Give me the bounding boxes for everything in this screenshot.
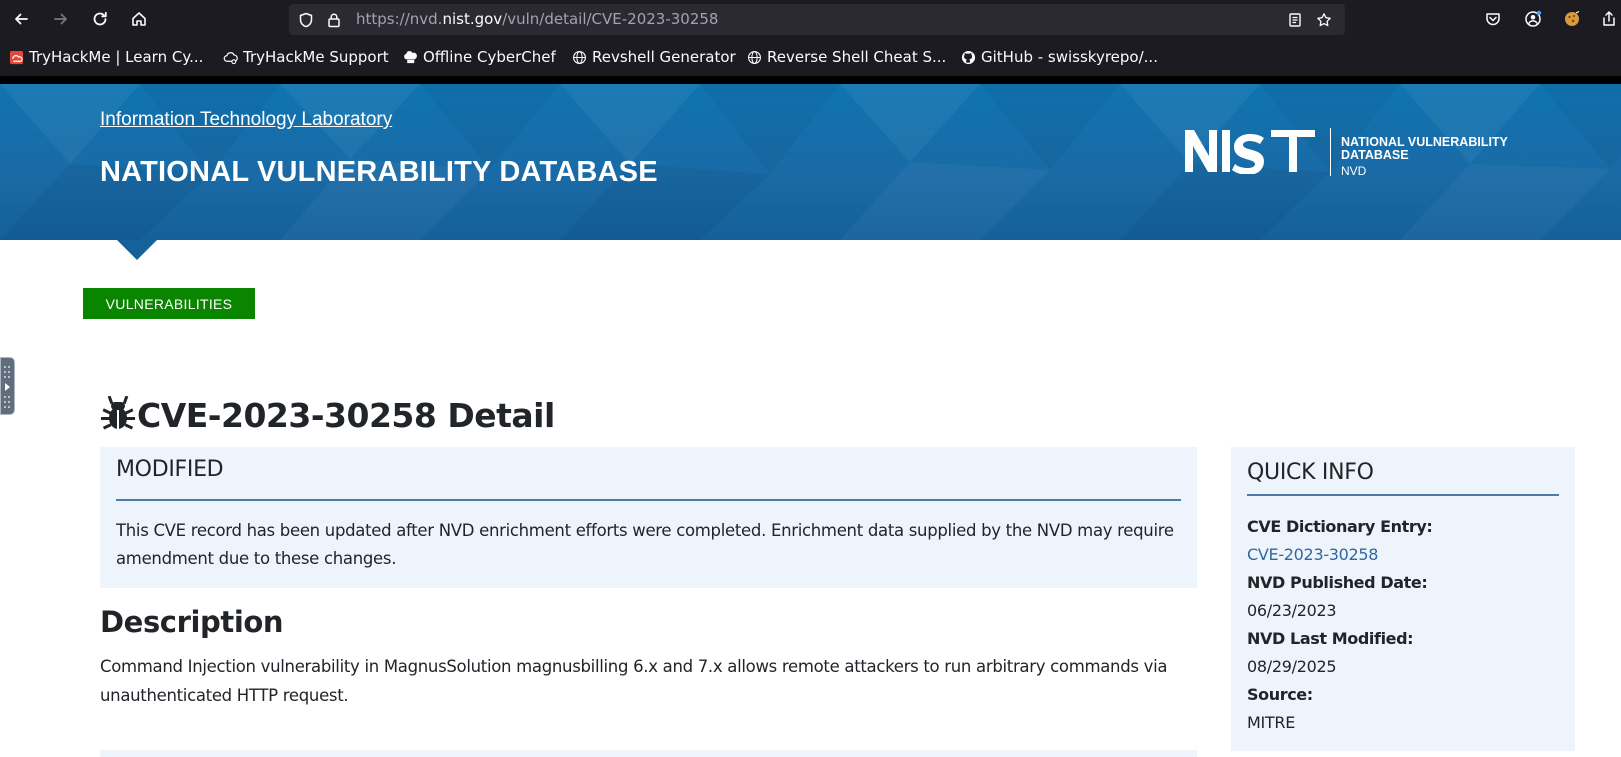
- quick-info-divider: [1247, 494, 1559, 496]
- reader-view-icon[interactable]: [1286, 11, 1304, 29]
- nvd-logo-abbr: NVD: [1341, 164, 1367, 178]
- last-modified-value: 08/29/2025: [1247, 657, 1337, 676]
- bookmark-tryhackme[interactable]: TryHackMe | Learn Cy...: [8, 47, 203, 67]
- bookmark-star-icon[interactable]: [1315, 11, 1333, 29]
- source-label: Source:: [1247, 685, 1313, 704]
- modified-notice: MODIFIED This CVE record has been update…: [100, 447, 1197, 588]
- chrome-divider: [0, 76, 1621, 84]
- padlock-icon[interactable]: [325, 11, 343, 29]
- url-text[interactable]: https://nvd.nist.gov/vuln/detail/CVE-202…: [356, 10, 718, 28]
- published-date-label: NVD Published Date:: [1247, 573, 1428, 592]
- url-bar[interactable]: https://nvd.nist.gov/vuln/detail/CVE-202…: [289, 4, 1345, 35]
- description-heading: Description: [100, 605, 284, 639]
- globe-icon: [746, 49, 762, 65]
- modified-text: This CVE record has been updated after N…: [116, 521, 1174, 568]
- quick-info-list: CVE Dictionary Entry: CVE-2023-30258 NVD…: [1247, 513, 1559, 737]
- page-title: CVE-2023-30258 Detail: [100, 392, 555, 438]
- cve-entry-label: CVE Dictionary Entry:: [1247, 517, 1433, 536]
- bookmark-label: TryHackMe | Learn Cy...: [29, 48, 204, 66]
- back-arrow-icon[interactable]: [9, 7, 33, 31]
- account-icon[interactable]: [1522, 8, 1544, 30]
- drawer-grip-icon: [4, 366, 10, 408]
- bookmark-reverse-shell-cheat[interactable]: Reverse Shell Cheat S...: [746, 47, 946, 67]
- cve-entry-link[interactable]: CVE-2023-30258: [1247, 541, 1559, 569]
- home-icon[interactable]: [127, 7, 151, 31]
- source-value: MITRE: [1247, 713, 1296, 732]
- bookmark-tryhackme-support[interactable]: TryHackMe Support: [222, 47, 389, 67]
- bookmark-revshell-generator[interactable]: Revshell Generator: [571, 47, 736, 67]
- quick-info-panel: QUICK INFO CVE Dictionary Entry: CVE-202…: [1231, 447, 1575, 751]
- bookmark-label: TryHackMe Support: [243, 48, 389, 66]
- bug-icon: [101, 396, 135, 430]
- bookmark-offline-cyberchef[interactable]: Offline CyberChef: [402, 47, 556, 67]
- browser-toolbar: https://nvd.nist.gov/vuln/detail/CVE-202…: [0, 0, 1621, 38]
- nvd-logo-text: NATIONAL VULNERABILITY DATABASE: [1341, 136, 1508, 162]
- bookmarks-bar: TryHackMe | Learn Cy... TryHackMe Suppor…: [0, 38, 1621, 76]
- banner-notch: [117, 240, 157, 260]
- bookmark-label: Revshell Generator: [592, 48, 736, 66]
- bookmark-github-swisskyrepo[interactable]: GitHub - swisskyrepo/...: [960, 47, 1158, 67]
- url-path: /vuln/detail/CVE-2023-30258: [502, 10, 719, 28]
- bookmark-label: GitHub - swisskyrepo/...: [981, 48, 1158, 66]
- logo-separator: [1330, 128, 1331, 176]
- github-icon: [960, 49, 976, 65]
- share-icon[interactable]: [1598, 8, 1620, 30]
- side-drawer-handle[interactable]: [0, 357, 15, 415]
- globe-icon: [571, 49, 587, 65]
- pocket-icon[interactable]: [1482, 8, 1504, 30]
- forward-arrow-icon[interactable]: [49, 7, 73, 31]
- bookmark-label: Reverse Shell Cheat S...: [767, 48, 947, 66]
- extension-cookie-icon[interactable]: [1561, 8, 1583, 30]
- chef-hat-icon: [402, 49, 418, 65]
- page-title-text: CVE-2023-30258 Detail: [137, 395, 555, 435]
- url-host: nist.gov: [442, 10, 503, 28]
- itl-link[interactable]: Information Technology Laboratory: [100, 109, 392, 131]
- tryhackme-icon: [8, 49, 24, 65]
- nist-logo[interactable]: [1183, 126, 1333, 174]
- description-text: Command Injection vulnerability in Magnu…: [100, 657, 1168, 705]
- site-banner: Information Technology Laboratory NATION…: [0, 84, 1621, 240]
- reload-icon[interactable]: [88, 7, 112, 31]
- modified-heading: MODIFIED: [116, 457, 224, 482]
- tracking-shield-icon[interactable]: [297, 11, 315, 29]
- next-section-box: [100, 750, 1197, 757]
- support-cloud-icon: [222, 49, 238, 65]
- bookmark-label: Offline CyberChef: [423, 48, 556, 66]
- quick-info-heading: QUICK INFO: [1247, 460, 1374, 485]
- site-title[interactable]: NATIONAL VULNERABILITY DATABASE: [100, 156, 658, 189]
- last-modified-label: NVD Last Modified:: [1247, 629, 1414, 648]
- nvd-logo-line2: DATABASE: [1341, 148, 1409, 162]
- url-scheme: https://nvd.: [356, 10, 443, 28]
- vulnerabilities-button[interactable]: VULNERABILITIES: [83, 288, 255, 319]
- modified-divider: [116, 499, 1181, 501]
- published-date-value: 06/23/2023: [1247, 601, 1337, 620]
